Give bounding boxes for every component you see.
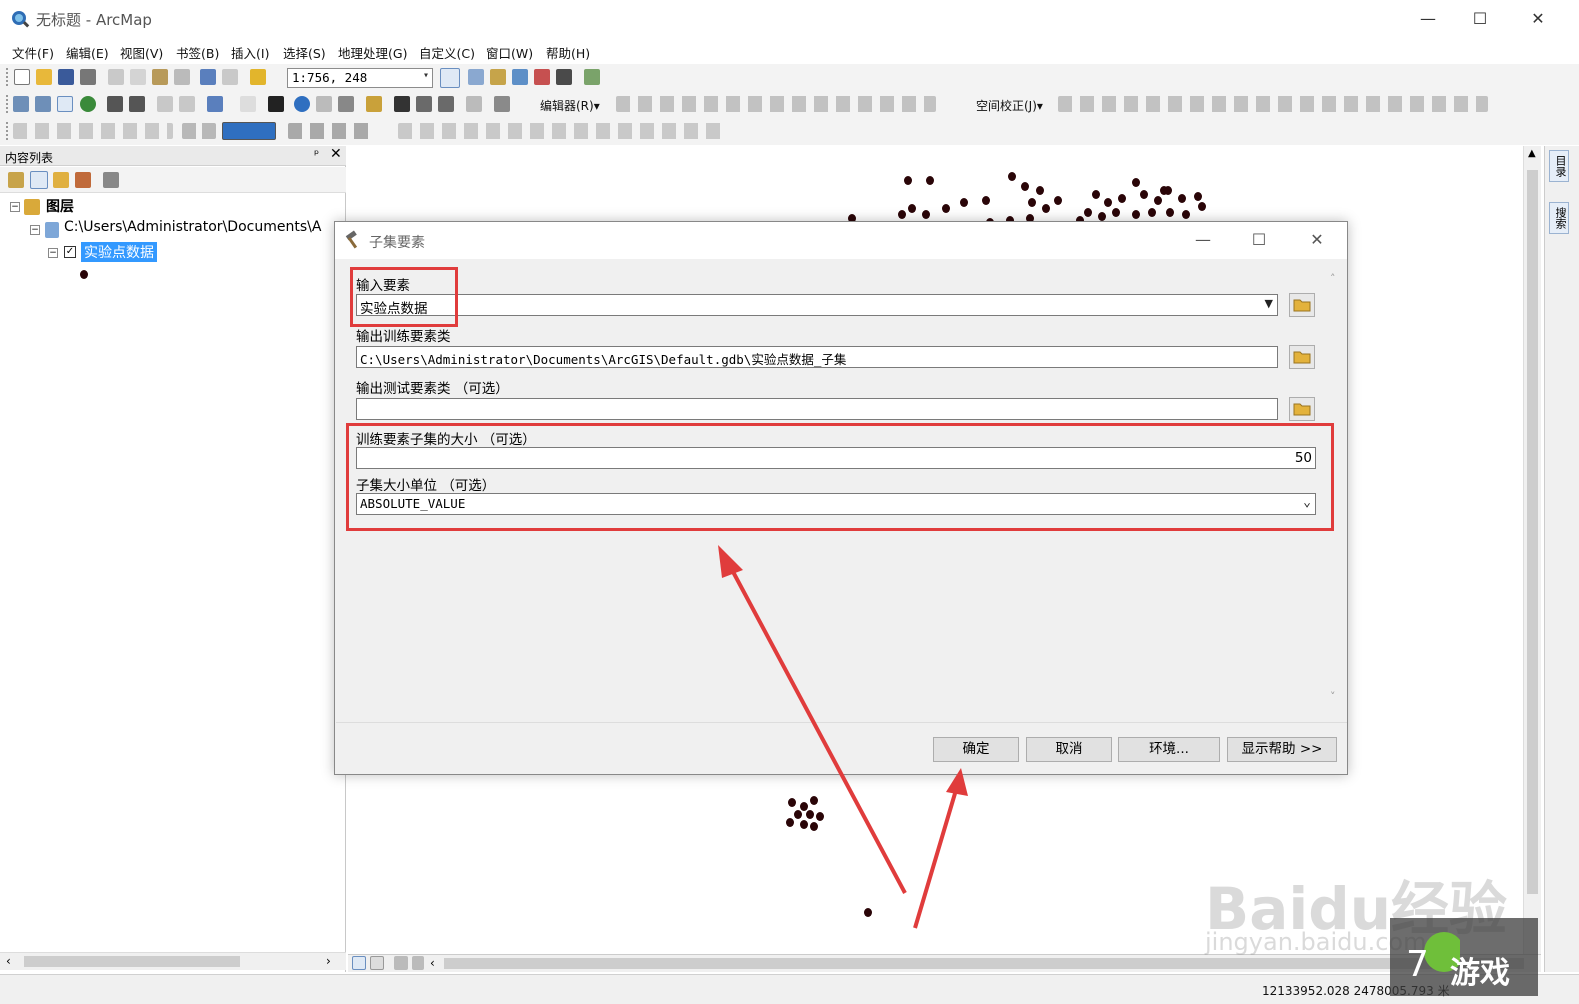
game-site-watermark: 7 游戏 bbox=[1390, 918, 1538, 996]
arrow-to-params bbox=[729, 567, 907, 894]
arrowhead-params bbox=[718, 545, 743, 578]
arrowhead-ok bbox=[946, 768, 968, 796]
arrow-to-ok bbox=[913, 789, 958, 929]
svg-text:7: 7 bbox=[1406, 944, 1429, 985]
annotation-arrows bbox=[718, 545, 968, 929]
game-watermark-text: 游戏 bbox=[1450, 956, 1510, 991]
